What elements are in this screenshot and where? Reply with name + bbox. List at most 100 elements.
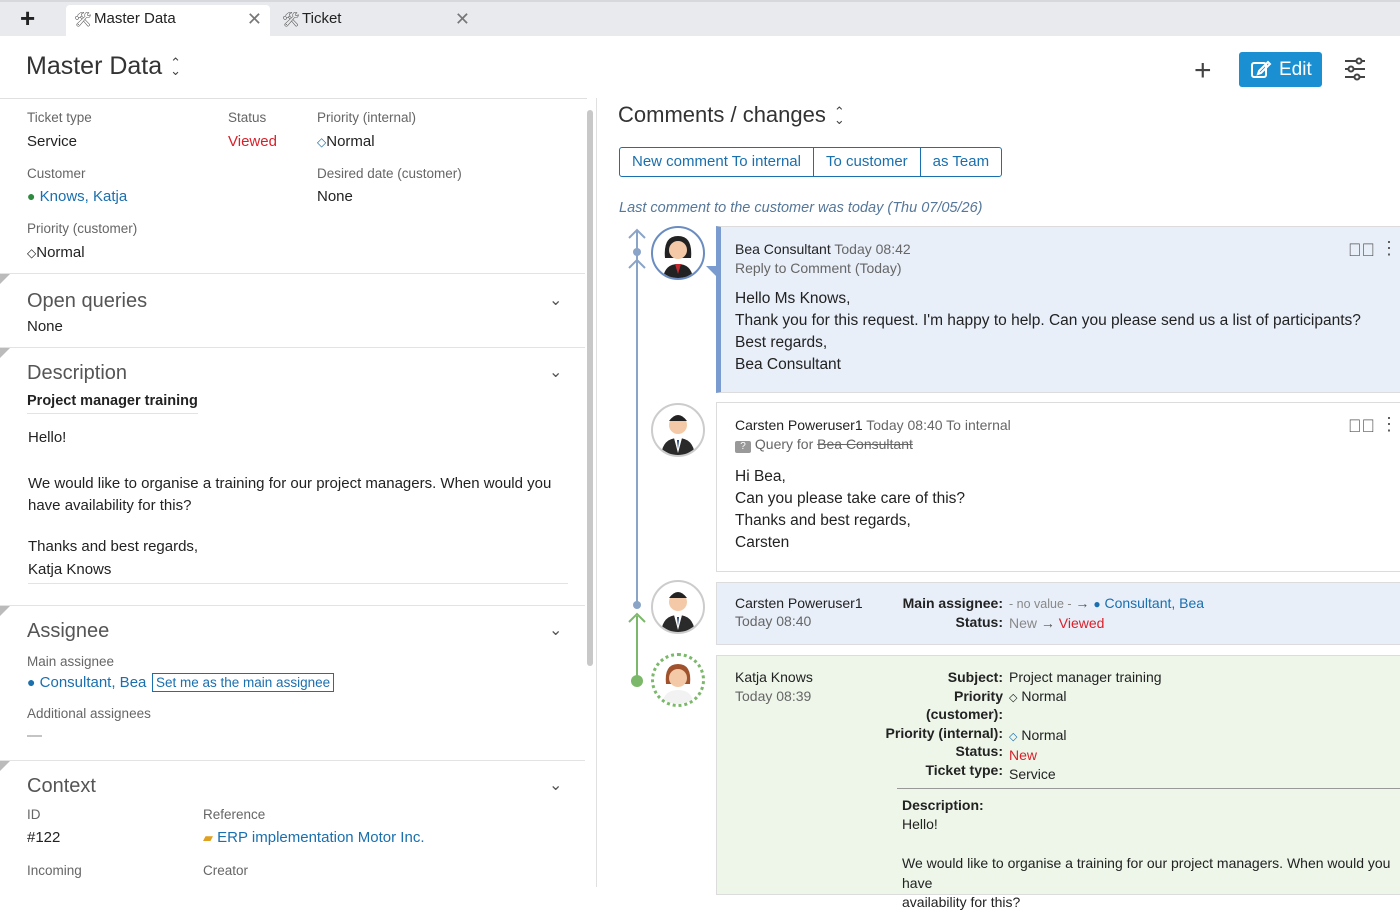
query-icon: ? — [735, 441, 751, 453]
diamond-icon: ◇ — [27, 246, 37, 260]
change-values: - no value - → ● Consultant, Bea New → V… — [1009, 595, 1205, 631]
context-heading[interactable]: Context — [27, 775, 96, 798]
new-comment-internal-button[interactable]: New comment To internal — [620, 148, 814, 176]
id-value: #122 — [27, 829, 61, 846]
tools-icon: 🛠 — [282, 11, 300, 27]
edit-button[interactable]: Edit — [1239, 52, 1322, 87]
comment-reply-info: Reply to Comment (Today) — [735, 260, 902, 276]
assignee-link[interactable]: Consultant, Bea — [1104, 595, 1204, 611]
add-icon[interactable]: + — [1194, 54, 1212, 88]
divider — [897, 788, 1400, 789]
description-line: Thanks and best regards, — [28, 538, 199, 555]
avatar — [651, 580, 705, 634]
ticket-type-label: Ticket type — [27, 110, 92, 125]
card-pointer — [706, 266, 716, 276]
comments-title: Comments / changes — [618, 102, 826, 127]
section-corner — [0, 606, 10, 616]
description-heading[interactable]: Description — [27, 362, 127, 385]
set-me-main-assignee-button[interactable]: Set me as the main assignee — [152, 673, 335, 692]
close-icon[interactable]: ✕ — [455, 5, 470, 33]
status-value: Viewed — [228, 133, 277, 150]
change-values: Project manager training ◇ Normal ◇ Norm… — [1009, 669, 1162, 782]
incoming-label: Incoming — [27, 863, 82, 878]
reference-label: Reference — [203, 807, 266, 822]
change-time: Today 08:39 — [735, 688, 812, 704]
change-author: Carsten Poweruser1 — [735, 595, 863, 611]
check-circle-icon[interactable]: ✓⃝ — [1348, 416, 1375, 437]
divider — [0, 273, 585, 274]
edit-icon — [1251, 60, 1272, 78]
customer-link[interactable]: ● Knows, Katja — [27, 188, 127, 205]
as-team-button[interactable]: as Team — [921, 148, 1001, 176]
person-icon: ● — [27, 674, 36, 690]
change-key: Subject: Priority (customer): Priority (… — [885, 669, 1003, 778]
panel-divider — [596, 98, 597, 887]
person-icon: ● — [27, 188, 36, 204]
edit-label: Edit — [1279, 59, 1312, 80]
description-value: Hello! We would like to organise a train… — [902, 816, 1391, 910]
diamond-icon: ◇ — [1009, 730, 1018, 743]
check-circle-icon[interactable]: ✓⃝ — [1348, 240, 1375, 261]
reference-link[interactable]: ▰ ERP implementation Motor Inc. — [203, 829, 424, 846]
folder-icon: ▰ — [203, 830, 213, 845]
sort-updown-icon: ⌃ ⌄ — [170, 55, 182, 79]
comment-time: Today 08:42 — [834, 241, 911, 257]
tab-label: Master Data — [94, 10, 176, 27]
assignee-heading[interactable]: Assignee — [27, 620, 109, 643]
tab-ticket[interactable]: 🛠 Ticket ✕ — [274, 5, 478, 36]
diamond-icon: ◇ — [317, 135, 327, 149]
last-comment-note: Last comment to the customer was today (… — [619, 200, 983, 216]
avatar — [651, 226, 705, 280]
customer-label: Customer — [27, 166, 86, 181]
sort-updown-icon: ⌃ ⌄ — [833, 104, 845, 128]
status-label: Status — [228, 110, 267, 125]
chevron-down-icon[interactable]: ⌄ — [549, 362, 562, 382]
divider — [0, 347, 585, 348]
section-corner — [0, 761, 10, 771]
new-tab-plus-icon[interactable]: + — [20, 5, 35, 31]
comment-button-group: New comment To internal To customer as T… — [619, 147, 1003, 177]
creator-label: Creator — [203, 863, 249, 878]
more-options-icon[interactable]: ⋮ — [1380, 238, 1398, 259]
page-title-text: Master Data — [26, 52, 163, 80]
close-icon[interactable]: ✕ — [247, 5, 262, 33]
priority-internal-value: ◇Normal — [317, 133, 375, 150]
arrow-right-icon: → — [1040, 614, 1055, 631]
tab-label: Ticket — [302, 10, 342, 27]
settings-sliders-icon[interactable] — [1343, 57, 1367, 86]
diamond-icon: ◇ — [1009, 691, 1018, 704]
query-info: ? Query for Bea Consultant — [735, 436, 913, 453]
ticket-type-value: Service — [27, 133, 78, 150]
comment-author: Carsten Poweruser1 Today 08:40 To intern… — [735, 417, 1011, 433]
more-options-icon[interactable]: ⋮ — [1380, 414, 1398, 435]
divider — [0, 605, 585, 606]
chevron-down-icon[interactable]: ⌄ — [549, 775, 562, 795]
person-icon: ● — [1093, 597, 1101, 611]
main-assignee-link[interactable]: ● Consultant, Bea — [27, 674, 146, 691]
comment-time: Today 08:40 To internal — [866, 417, 1011, 433]
section-corner — [0, 348, 10, 358]
section-corner — [0, 274, 10, 284]
scrollbar[interactable] — [587, 110, 593, 666]
change-author: Katja Knows — [735, 669, 813, 685]
change-key: Main assignee: Status: — [902, 595, 1003, 630]
comments-heading[interactable]: Comments / changes ⌃ ⌄ — [618, 102, 845, 128]
chevron-down-icon[interactable]: ⌄ — [549, 620, 562, 640]
description-key: Description: — [902, 797, 984, 813]
timeline — [628, 228, 646, 687]
priority-customer-value: ◇Normal — [27, 244, 85, 261]
to-customer-button[interactable]: To customer — [814, 148, 921, 176]
chevron-down-icon[interactable]: ⌄ — [549, 290, 562, 310]
avatar — [651, 403, 705, 457]
tab-master-data[interactable]: 🛠 Master Data ✕ — [66, 5, 270, 36]
additional-assignees-label: Additional assignees — [27, 706, 151, 721]
comment-author: Bea Consultant Today 08:42 — [735, 241, 911, 257]
desired-date-value: None — [317, 188, 353, 205]
main-assignee-label: Main assignee — [27, 654, 115, 669]
description-subject: Project manager training — [27, 393, 198, 414]
open-queries-heading[interactable]: Open queries — [27, 290, 147, 313]
page-title[interactable]: Master Data ⌃ ⌄ — [26, 52, 181, 81]
desired-date-label: Desired date (customer) — [317, 166, 462, 181]
description-line: Katja Knows — [28, 561, 112, 578]
avatar — [651, 653, 705, 707]
